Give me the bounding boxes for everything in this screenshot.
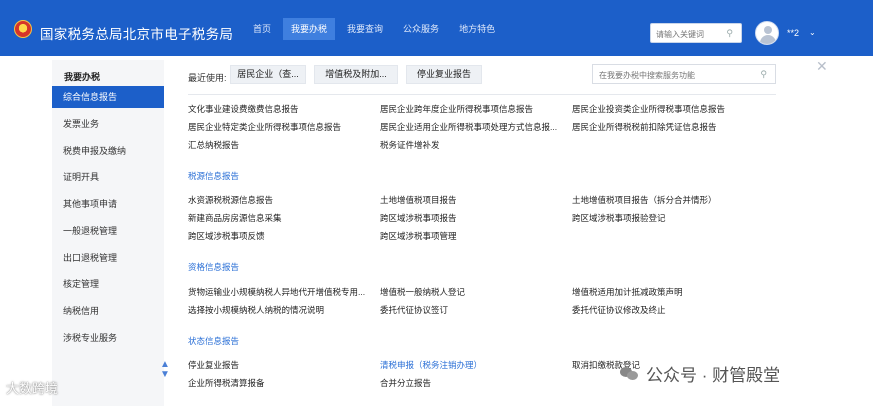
service-link[interactable]: 水资源税税源信息报告 bbox=[188, 194, 273, 206]
top-header: 国家税务总局北京市电子税务局 首页 我要办税 我要查询 公众服务 地方特色 ⚲ … bbox=[0, 0, 873, 56]
wechat-icon bbox=[620, 365, 640, 381]
search-icon[interactable]: ⚲ bbox=[726, 28, 733, 39]
close-icon[interactable]: ✕ bbox=[816, 58, 828, 75]
sidebar-item-export-refund[interactable]: 出口退税管理 bbox=[52, 247, 164, 269]
sidebar-item-general-refund[interactable]: 一般退税管理 bbox=[52, 220, 164, 242]
recent-chip[interactable]: 增值税及附加... bbox=[314, 65, 398, 84]
service-link[interactable]: 增值税适用加计抵减政策声明 bbox=[572, 286, 683, 298]
user-name[interactable]: **2 bbox=[787, 28, 799, 38]
section-heading: 税源信息报告 bbox=[188, 171, 240, 181]
nav-local-features[interactable]: 地方特色 bbox=[451, 18, 503, 40]
watermark-right: 公众号 · 财管殿堂 bbox=[620, 360, 780, 386]
service-link[interactable]: 跨区域涉税事项反馈 bbox=[188, 230, 265, 242]
service-link[interactable]: 文化事业建设费缴费信息报告 bbox=[188, 103, 299, 115]
service-link[interactable]: 企业所得税清算报备 bbox=[188, 377, 265, 389]
service-link[interactable]: 委托代征协议签订 bbox=[380, 304, 448, 316]
section-heading: 状态信息报告 bbox=[188, 336, 240, 346]
service-link[interactable]: 土地增值税项目报告 bbox=[380, 194, 457, 206]
site-title[interactable]: 国家税务总局北京市电子税务局 bbox=[40, 23, 233, 43]
service-link[interactable]: 居民企业所得税税前扣除凭证信息报告 bbox=[572, 121, 717, 133]
nav-tax-handling[interactable]: 我要办税 bbox=[283, 18, 336, 40]
top-nav: 首页 我要办税 我要查询 公众服务 地方特色 bbox=[245, 18, 507, 40]
sidebar-item-comprehensive-info[interactable]: 综合信息报告 bbox=[52, 86, 164, 108]
watermark-left: 大数跨境 bbox=[6, 381, 59, 396]
service-link[interactable]: 税务证件增补发 bbox=[380, 139, 440, 151]
nav-query[interactable]: 我要查询 bbox=[339, 18, 391, 40]
avatar-body bbox=[760, 35, 776, 44]
sidebar-title: 我要办税 bbox=[64, 72, 101, 82]
sidebar-item-declaration-payment[interactable]: 税费申报及缴纳 bbox=[52, 140, 164, 162]
search-icon[interactable]: ⚲ bbox=[760, 69, 767, 80]
recent-label: 最近使用: bbox=[188, 73, 227, 83]
scroll-arrows-icon[interactable]: ▲ ▼ bbox=[160, 360, 170, 380]
sidebar-item-tax-credit[interactable]: 纳税信用 bbox=[52, 300, 164, 322]
service-search-input[interactable] bbox=[593, 66, 753, 85]
watermark-text: 公众号 · 财管殿堂 bbox=[646, 365, 781, 385]
service-link[interactable]: 跨区域涉税事项管理 bbox=[380, 230, 457, 242]
sidebar-item-certificates[interactable]: 证明开具 bbox=[52, 166, 164, 188]
avatar-head bbox=[764, 26, 772, 34]
service-link[interactable]: 货物运输业小规模纳税人异地代开增值税专用... bbox=[188, 286, 365, 298]
divider bbox=[188, 94, 776, 95]
service-link[interactable]: 新建商品房房源信息采集 bbox=[188, 212, 282, 224]
service-link[interactable]: 委托代征协议修改及终止 bbox=[572, 304, 666, 316]
service-link[interactable]: 跨区域涉税事项报告 bbox=[380, 212, 457, 224]
avatar[interactable] bbox=[755, 21, 779, 45]
chevron-down-icon[interactable]: ⌄ bbox=[809, 28, 816, 37]
service-link[interactable]: 居民企业特定类企业所得税事项信息报告 bbox=[188, 121, 341, 133]
nav-home[interactable]: 首页 bbox=[245, 18, 279, 40]
header-search: ⚲ bbox=[650, 23, 742, 44]
sidebar-item-invoice[interactable]: 发票业务 bbox=[52, 113, 164, 135]
nav-public-services[interactable]: 公众服务 bbox=[395, 18, 447, 40]
sidebar-item-professional-services[interactable]: 涉税专业服务 bbox=[52, 327, 164, 349]
sidebar: 我要办税 综合信息报告 发票业务 税费申报及缴纳 证明开具 其他事项申请 一般退… bbox=[52, 60, 170, 406]
service-link[interactable]: 居民企业投资类企业所得税事项信息报告 bbox=[572, 103, 725, 115]
service-link[interactable]: 居民企业适用企业所得税事项处理方式信息报... bbox=[380, 121, 557, 133]
service-link[interactable]: 选择按小规模纳税人纳税的情况说明 bbox=[188, 304, 324, 316]
service-link[interactable]: 居民企业跨年度企业所得税事项信息报告 bbox=[380, 103, 533, 115]
recent-chip[interactable]: 停业复业报告 bbox=[406, 65, 482, 84]
service-link[interactable]: 合并分立报告 bbox=[380, 377, 431, 389]
section-heading: 资格信息报告 bbox=[188, 262, 240, 272]
service-link[interactable]: 跨区域涉税事项报验登记 bbox=[572, 212, 666, 224]
main-panel: 最近使用: 居民企业（查... 增值税及附加... 停业复业报告 ⚲ ✕ 文化事… bbox=[176, 56, 836, 406]
sidebar-item-assessment[interactable]: 核定管理 bbox=[52, 273, 164, 295]
tax-emblem-icon bbox=[14, 20, 32, 38]
service-link[interactable]: 停业复业报告 bbox=[188, 359, 239, 371]
service-link[interactable]: 汇总纳税报告 bbox=[188, 139, 239, 151]
service-link[interactable]: 增值税一般纳税人登记 bbox=[380, 286, 465, 298]
service-link[interactable]: 土地增值税项目报告（拆分合并情形） bbox=[572, 194, 717, 206]
service-link[interactable]: 清税申报（税务注销办理） bbox=[380, 359, 482, 371]
service-search: ⚲ bbox=[592, 64, 776, 85]
header-search-input[interactable] bbox=[651, 25, 721, 44]
recent-chip[interactable]: 居民企业（查... bbox=[230, 65, 306, 84]
sidebar-item-other-applications[interactable]: 其他事项申请 bbox=[52, 193, 164, 215]
